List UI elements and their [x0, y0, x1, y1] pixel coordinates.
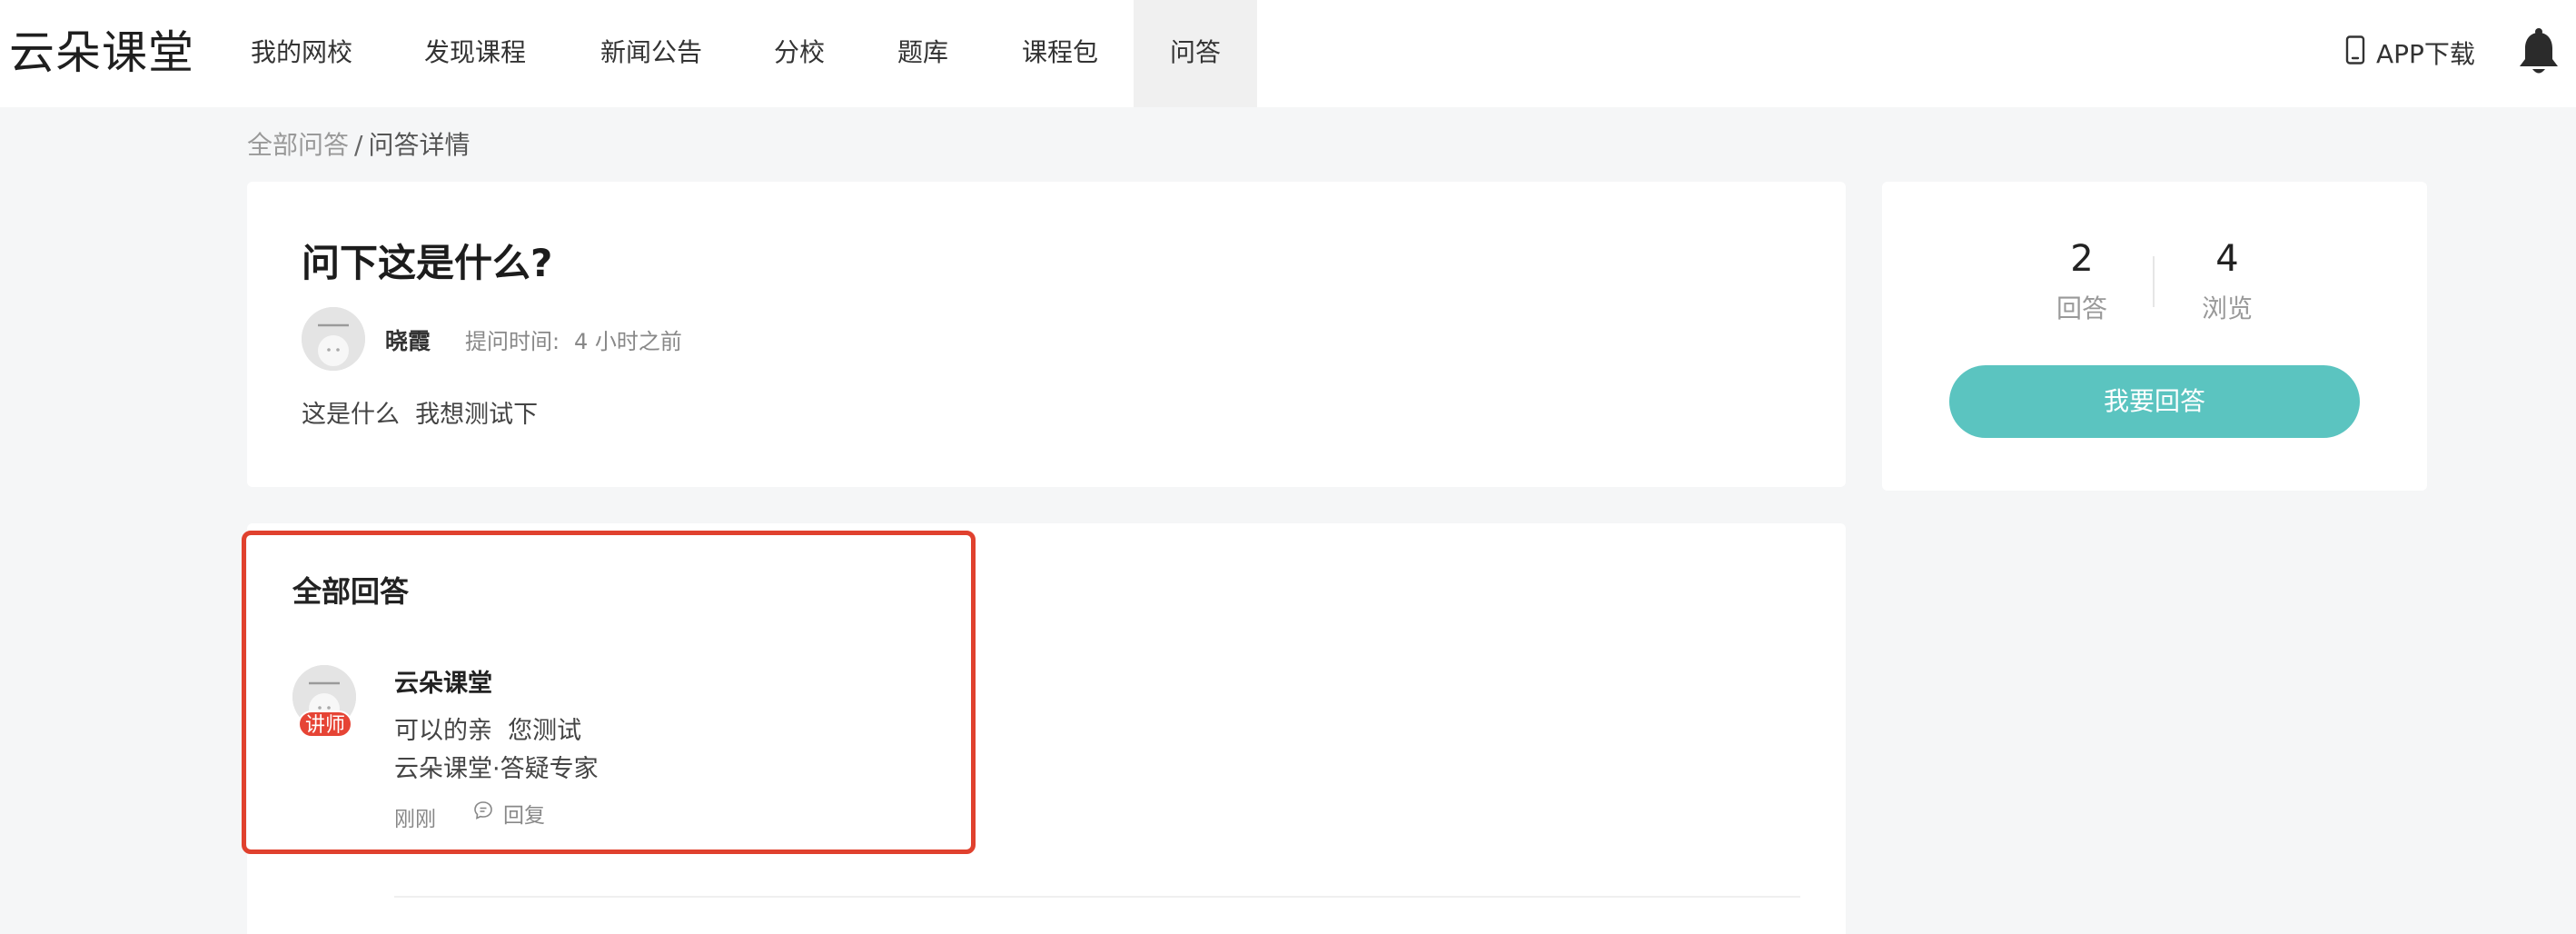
question-body: 这是什么 我想测试下 — [302, 401, 539, 429]
breadcrumb-all-qa[interactable]: 全部问答 — [247, 130, 349, 160]
answers-count-label: 回答 — [2056, 293, 2107, 323]
phone-icon — [2345, 35, 2365, 71]
views-count: 4 — [2215, 238, 2239, 280]
question-card: 问下这是什么? 晓霞 提问时间: 4 小时之前 这是什么 我想测试下 — [247, 182, 1846, 487]
avatar-placeholder-icon[interactable] — [302, 307, 365, 371]
views-count-label: 浏览 — [2201, 293, 2253, 323]
breadcrumb-current: 问答详情 — [368, 130, 471, 160]
question-author[interactable]: 晓霞 — [385, 323, 431, 356]
nav-item-branch[interactable]: 分校 — [756, 0, 843, 107]
question-title: 问下这是什么? — [302, 241, 553, 285]
answer-button[interactable]: 我要回答 — [1949, 365, 2360, 438]
nav-item-my-school[interactable]: 我的网校 — [229, 0, 374, 107]
nav-item-question-bank[interactable]: 题库 — [877, 0, 968, 107]
app-download-link[interactable]: APP下载 — [2345, 33, 2475, 73]
stats-divider — [2153, 256, 2155, 307]
app-download-label: APP下载 — [2376, 39, 2475, 69]
breadcrumb: 全部问答 / 问答详情 — [247, 127, 470, 164]
bell-icon[interactable] — [2516, 27, 2561, 78]
question-time-value: 4 小时之前 — [574, 329, 682, 354]
answer-divider — [394, 896, 1800, 898]
top-navigation-bar: 云朵课堂 我的网校 发现课程 新闻公告 分校 题库 课程包 问答 APP下载 — [0, 0, 2576, 107]
question-time-label: 提问时间: — [465, 329, 560, 354]
nav-item-news[interactable]: 新闻公告 — [576, 0, 727, 107]
highlight-annotation-box — [242, 531, 976, 854]
nav-item-qa[interactable]: 问答 — [1134, 0, 1257, 107]
breadcrumb-separator: / — [354, 130, 363, 160]
site-logo[interactable]: 云朵课堂 — [9, 25, 194, 80]
question-stats-card: 2 回答 4 浏览 我要回答 — [1882, 182, 2427, 491]
nav-item-course-package[interactable]: 课程包 — [1001, 0, 1119, 107]
answers-count: 2 — [2070, 238, 2094, 280]
nav-item-discover-courses[interactable]: 发现课程 — [400, 0, 550, 107]
